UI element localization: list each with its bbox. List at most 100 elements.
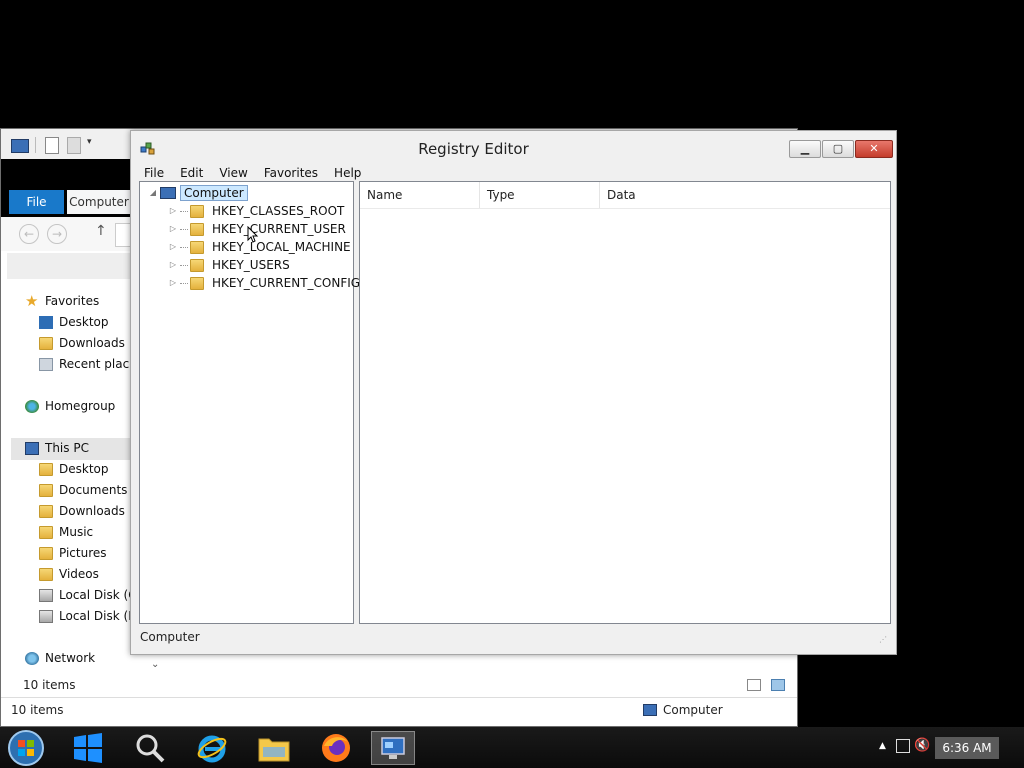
desktop-folder-icon	[39, 462, 53, 476]
nav-item-homegroup[interactable]: Homegroup	[25, 396, 115, 416]
computer-icon	[643, 704, 657, 716]
expand-triangle-icon[interactable]: ▷	[168, 256, 178, 274]
properties-icon[interactable]	[45, 137, 59, 154]
tree-item-hkey-users[interactable]: ▷ HKEY_USERS	[168, 256, 290, 274]
tree-connector	[180, 228, 188, 230]
nav-item-recent-places[interactable]: Recent places	[39, 354, 143, 374]
nav-item-label: Homegroup	[45, 399, 116, 413]
folder-icon	[190, 222, 204, 236]
scroll-down-chevron-icon[interactable]: ⌄	[151, 659, 159, 670]
folder-icon	[190, 204, 204, 218]
nav-item-pc-downloads[interactable]: Downloads	[39, 501, 125, 521]
status-location: Computer	[643, 703, 723, 717]
menu-edit[interactable]: Edit	[172, 163, 211, 183]
nav-item-downloads[interactable]: Downloads	[39, 333, 125, 353]
nav-item-label: Pictures	[59, 546, 107, 560]
menu-help[interactable]: Help	[326, 163, 369, 183]
nav-item-label: Favorites	[45, 294, 100, 308]
nav-item-favorites[interactable]: ★ Favorites	[25, 291, 99, 311]
nav-item-pictures[interactable]: Pictures	[39, 543, 107, 563]
desktop-icon	[39, 315, 53, 329]
divider	[360, 208, 890, 209]
firefox-icon[interactable]	[314, 731, 358, 765]
network-status-icon[interactable]	[896, 739, 910, 753]
hard-drive-icon	[39, 609, 53, 623]
column-header-data[interactable]: Data	[600, 182, 890, 208]
nav-item-network[interactable]: Network	[25, 648, 95, 668]
registry-values-pane[interactable]: Name Type Data	[359, 181, 891, 624]
divider	[1, 697, 797, 698]
nav-item-label: Local Disk (C:	[59, 588, 141, 602]
hard-drive-icon	[39, 588, 53, 602]
homegroup-icon	[25, 399, 39, 413]
menu-bar: File Edit View Favorites Help	[136, 163, 369, 183]
internet-explorer-icon[interactable]	[190, 731, 234, 765]
menu-view[interactable]: View	[211, 163, 255, 183]
expand-triangle-icon[interactable]: ▷	[168, 238, 178, 256]
menu-favorites[interactable]: Favorites	[256, 163, 326, 183]
downloads-folder-icon	[39, 336, 53, 350]
windows-store-icon[interactable]	[66, 731, 110, 765]
expand-triangle-icon[interactable]: ▷	[168, 202, 178, 220]
tree-item-label: HKEY_USERS	[212, 258, 290, 272]
registry-editor-taskbar-button[interactable]	[371, 731, 415, 765]
column-header-name[interactable]: Name	[360, 182, 480, 208]
mouse-cursor-icon	[247, 226, 259, 243]
tree-item-hkey-classes-root[interactable]: ▷ HKEY_CLASSES_ROOT	[168, 202, 344, 220]
maximize-button[interactable]: ▢	[822, 140, 854, 158]
volume-muted-icon[interactable]: 🔇	[914, 738, 930, 753]
registry-tree-pane[interactable]: ◢ Computer ▷ HKEY_CLASSES_ROOT ▷ HKEY_CU…	[139, 181, 360, 624]
status-path: Computer	[140, 630, 200, 644]
details-view-icon[interactable]	[747, 679, 761, 691]
tree-connector	[180, 210, 188, 212]
resize-grip-icon[interactable]: ⋰	[879, 635, 887, 644]
collapse-triangle-icon[interactable]: ◢	[148, 184, 158, 202]
nav-item-videos[interactable]: Videos	[39, 564, 99, 584]
tree-item-computer[interactable]: ◢ Computer	[148, 184, 248, 202]
status-bar: Computer ⋰	[131, 627, 896, 649]
expand-triangle-icon[interactable]: ▷	[168, 274, 178, 292]
menu-file[interactable]: File	[136, 163, 172, 183]
back-arrow-icon[interactable]: ←	[19, 224, 39, 244]
nav-item-label: Documents	[59, 483, 128, 497]
large-icons-view-icon[interactable]	[771, 679, 785, 691]
close-button[interactable]: ✕	[855, 140, 893, 158]
tree-item-label: HKEY_CURRENT_USER	[212, 222, 346, 236]
registry-editor-window[interactable]: Registry Editor ▁ ▢ ✕ File Edit View Fav…	[130, 130, 897, 655]
nav-item-desktop[interactable]: Desktop	[39, 312, 109, 332]
new-folder-icon[interactable]	[67, 137, 81, 154]
nav-item-label: This PC	[45, 441, 89, 455]
search-icon[interactable]	[128, 731, 172, 765]
column-header-type[interactable]: Type	[480, 182, 600, 208]
pictures-folder-icon	[39, 546, 53, 560]
tree-item-hkey-current-config[interactable]: ▷ HKEY_CURRENT_CONFIG	[168, 274, 360, 292]
nav-item-this-pc[interactable]: This PC	[25, 438, 89, 458]
start-button[interactable]	[4, 730, 48, 766]
show-hidden-icons-chevron-icon[interactable]: ▲	[879, 741, 886, 751]
tree-connector	[180, 282, 188, 284]
tab-file[interactable]: File	[9, 190, 64, 214]
nav-item-label: Music	[59, 525, 94, 539]
nav-item-pc-desktop[interactable]: Desktop	[39, 459, 109, 479]
nav-item-documents[interactable]: Documents	[39, 480, 127, 500]
minimize-button[interactable]: ▁	[789, 140, 821, 158]
file-explorer-icon[interactable]	[252, 731, 296, 765]
system-clock[interactable]: 6:36 AM	[935, 737, 999, 759]
forward-arrow-icon[interactable]: →	[47, 224, 67, 244]
tree-item-hkey-local-machine[interactable]: ▷ HKEY_LOCAL_MACHINE	[168, 238, 351, 256]
status-location-label: Computer	[663, 703, 723, 717]
nav-item-local-disk-d[interactable]: Local Disk (D:	[39, 606, 141, 626]
tree-item-label: HKEY_CLASSES_ROOT	[212, 204, 345, 218]
quick-access-dropdown-icon[interactable]: ▾	[87, 137, 92, 147]
up-arrow-icon[interactable]: ↑	[95, 223, 107, 239]
expand-triangle-icon[interactable]: ▷	[168, 220, 178, 238]
computer-icon	[160, 187, 176, 199]
folder-icon	[190, 276, 204, 290]
tree-connector	[180, 246, 188, 248]
nav-item-music[interactable]: Music	[39, 522, 93, 542]
nav-item-local-disk-c[interactable]: Local Disk (C:	[39, 585, 141, 605]
videos-folder-icon	[39, 567, 53, 581]
nav-item-label: Videos	[59, 567, 99, 581]
tab-computer[interactable]: Computer	[67, 190, 131, 214]
tree-item-label: Computer	[180, 185, 248, 201]
